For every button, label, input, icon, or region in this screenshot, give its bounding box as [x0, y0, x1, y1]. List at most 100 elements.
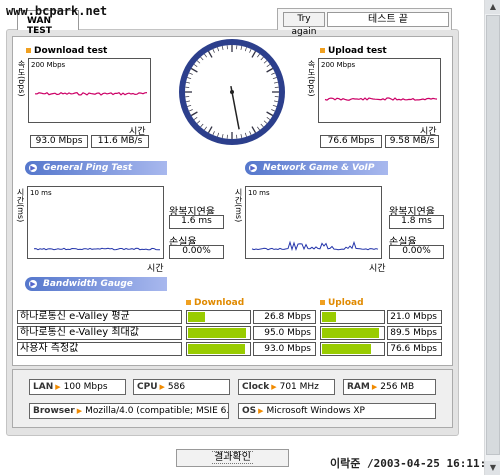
general-ping-banner: ▶ General Ping Test: [25, 161, 167, 175]
gauge-upload-value: 89.5 Mbps: [387, 326, 442, 340]
game-trace: [251, 240, 379, 252]
sysinfo-browser: Browser ▶ Mozilla/4.0 (compatible; MSIE 6.…: [29, 403, 229, 419]
download-title: Download test: [26, 46, 107, 56]
gauge-download-bar: [186, 310, 251, 324]
sysinfo-cpu-key: CPU: [137, 382, 158, 392]
circle-arrow-icon: ▶: [249, 164, 257, 172]
sysinfo-browser-key: Browser: [33, 406, 75, 416]
ping-graph: 10 ms: [27, 186, 164, 259]
result-check-button-label: 결과확인: [212, 451, 253, 464]
ping-x-axis-label: 시간: [147, 264, 164, 274]
scroll-down-icon[interactable]: ▼: [485, 461, 500, 475]
sysinfo-browser-value: Mozilla/4.0 (compatible; MSIE 6.0: [85, 406, 229, 416]
ping-graph-svg: [33, 247, 160, 251]
game-loss-value: 0.00%: [389, 245, 444, 259]
try-again-button[interactable]: Try again: [283, 12, 325, 37]
gauge-upload-value: 21.0 Mbps: [387, 310, 442, 324]
bullet-icon: [320, 48, 325, 53]
ping-latency-value: 1.6 ms: [169, 215, 224, 229]
bullet-icon: [186, 300, 191, 305]
gauge-download-bar: [186, 326, 251, 340]
upload-speed-mbs: 9.58 MB/s: [385, 135, 439, 148]
system-info-panel: [12, 369, 453, 428]
arrow-right-icon: ▶: [76, 407, 83, 415]
upload-graph: 200 Mbps: [318, 58, 441, 123]
upload-title-text: Upload test: [328, 46, 387, 56]
sysinfo-ram-key: RAM: [347, 382, 370, 392]
scroll-up-icon[interactable]: ▲: [485, 0, 500, 14]
download-graph: 200 Mbps: [28, 58, 151, 123]
gauge-download-bar: [186, 342, 251, 356]
gauge-row-label: 하나로통신 e-Valley 최대값: [17, 326, 182, 340]
game-voip-banner: ▶ Network Game & VoIP Test: [245, 161, 388, 187]
upload-trace: [324, 97, 438, 101]
arrow-right-icon: ▶: [55, 383, 61, 391]
sysinfo-lan: LAN ▶ 100 Mbps: [29, 379, 126, 395]
status-display: 테스트 끝: [327, 12, 449, 27]
ping-y-axis-label: 시간(ms): [16, 188, 25, 223]
ping-loss-value: 0.00%: [169, 245, 224, 259]
bandwidth-gauge-banner: ▶ Bandwidth Gauge: [25, 277, 167, 291]
footer-user-timestamp: 이락준 /2003-04-25 16:11:04: [330, 457, 500, 470]
game-y-axis-label: 시간(ms): [234, 188, 243, 223]
result-check-button[interactable]: 결과확인: [176, 449, 289, 467]
gauge-row-label: 하나로통신 e-Valley 평균: [17, 310, 182, 324]
gauge-download-bar-fill: [188, 344, 245, 354]
gauge-upload-bar-fill: [322, 312, 336, 322]
bullet-icon: [26, 48, 31, 53]
sysinfo-cpu-value: 586: [167, 382, 186, 392]
gauge-upload-header-text: Upload: [328, 298, 364, 308]
watermark-text: www.bcpark.net: [6, 4, 108, 18]
upload-y-axis-label: 속도(bps): [307, 60, 316, 97]
arrow-right-icon: ▶: [258, 407, 264, 415]
download-title-text: Download test: [34, 46, 108, 56]
circle-arrow-icon: ▶: [29, 280, 37, 288]
gauge-download-header: Download: [186, 298, 244, 308]
gauge-upload-value: 76.6 Mbps: [387, 342, 442, 356]
download-graph-svg: [34, 91, 148, 96]
game-latency-value: 1.8 ms: [389, 215, 444, 229]
arrow-right-icon: ▶: [159, 383, 165, 391]
gauge-upload-bar: [320, 310, 385, 324]
scroll-thumb[interactable]: [486, 15, 500, 455]
general-ping-banner-text: General Ping Test: [43, 163, 133, 173]
arrow-right-icon: ▶: [271, 383, 277, 391]
gauge-row-label: 사용자 측정값: [17, 342, 182, 356]
sysinfo-ram: RAM ▶ 256 MB: [343, 379, 436, 395]
download-speed-mbs: 11.6 MB/s: [91, 135, 149, 148]
sysinfo-clock-value: 701 MHz: [279, 382, 319, 392]
game-graph-svg: [251, 240, 379, 252]
gauge-download-value: 26.8 Mbps: [253, 310, 316, 324]
sysinfo-os-key: OS: [242, 406, 257, 416]
sysinfo-clock: Clock ▶ 701 MHz: [238, 379, 335, 395]
arrow-right-icon: ▶: [371, 383, 378, 391]
gauge-upload-bar-fill: [322, 344, 371, 354]
sysinfo-lan-value: 100 Mbps: [63, 382, 108, 392]
gauge-upload-bar: [320, 342, 385, 356]
vertical-scrollbar[interactable]: ▲ ▼: [484, 0, 500, 475]
sysinfo-clock-key: Clock: [242, 382, 270, 392]
gauge-download-header-text: Download: [194, 298, 245, 308]
upload-graph-svg: [324, 97, 438, 101]
speedometer-hub: [230, 90, 234, 94]
game-graph: 10 ms: [245, 186, 382, 259]
sysinfo-os-value: Microsoft Windows XP: [266, 406, 365, 416]
gauge-download-value: 95.0 Mbps: [253, 326, 316, 340]
game-x-axis-label: 시간: [369, 264, 386, 274]
sysinfo-ram-value: 256 MB: [380, 382, 415, 392]
sysinfo-os: OS ▶ Microsoft Windows XP: [238, 403, 436, 419]
gauge-upload-bar: [320, 326, 385, 340]
gauge-download-bar-fill: [188, 328, 246, 338]
bullet-icon: [320, 300, 325, 305]
sysinfo-cpu: CPU ▶ 586: [133, 379, 230, 395]
bandwidth-gauge-banner-text: Bandwidth Gauge: [43, 279, 133, 289]
gauge-upload-bar-fill: [322, 328, 379, 338]
upload-title: Upload test: [320, 46, 387, 56]
circle-arrow-icon: ▶: [29, 164, 37, 172]
gauge-download-bar-fill: [188, 312, 205, 322]
ping-trace: [33, 247, 160, 251]
download-trace: [34, 91, 148, 96]
download-y-axis-label: 속도(bps): [17, 60, 26, 97]
speedometer-gauge: [179, 39, 285, 145]
download-speed-mbps: 93.0 Mbps: [30, 135, 88, 148]
